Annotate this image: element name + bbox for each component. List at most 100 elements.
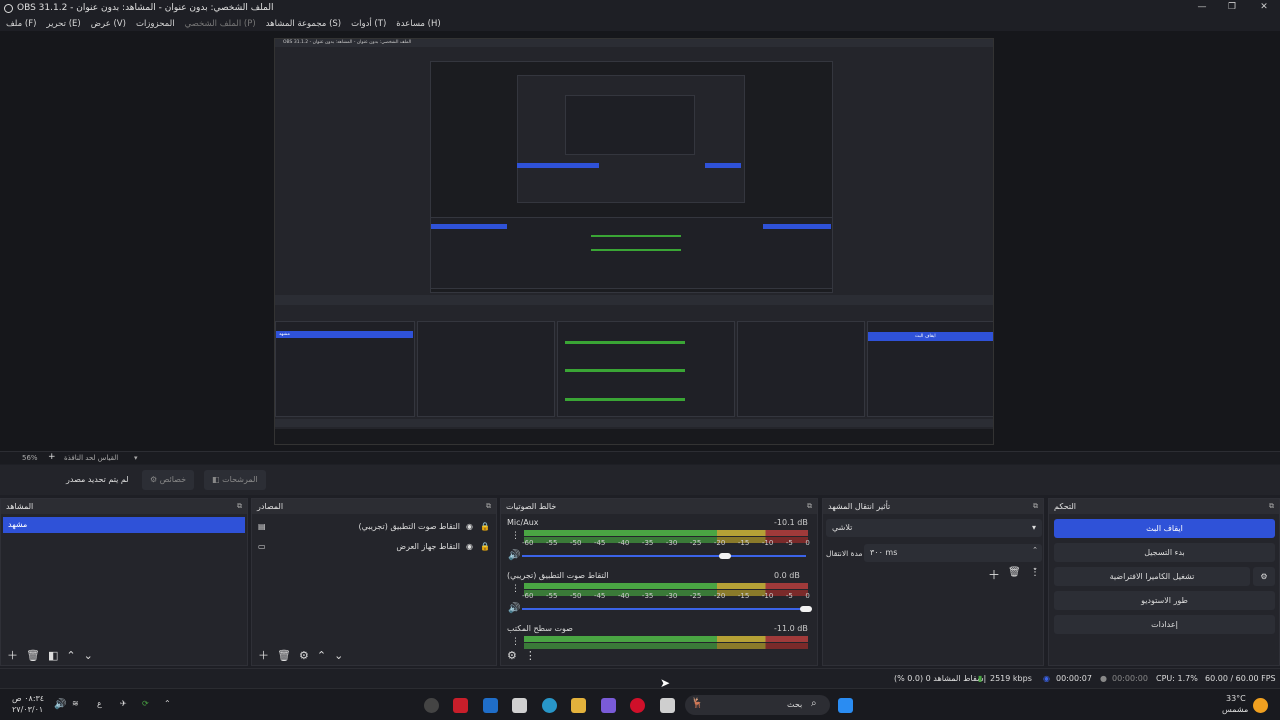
store-app-icon[interactable] bbox=[512, 698, 527, 713]
dropped-frames: إسقاط المشاهد 0 (0.0 %) bbox=[894, 674, 986, 683]
add-source-button[interactable]: ＋ bbox=[258, 647, 269, 663]
scenes-title: المشاهد bbox=[6, 502, 34, 511]
gear-icon[interactable]: ⚙ bbox=[1253, 567, 1275, 586]
file-explorer-icon[interactable] bbox=[571, 698, 586, 713]
zoom-in-button[interactable]: + bbox=[48, 452, 56, 462]
sources-footer: ＋ 🗑 ⚙ ⌃ ⌄ bbox=[252, 645, 496, 665]
source-row[interactable]: ▭ التقاط جهاز العرض ◉ 🔒 bbox=[258, 538, 490, 554]
scale-tick: -30 bbox=[665, 539, 678, 547]
menu-item[interactable]: أدوات (T) bbox=[351, 19, 386, 29]
channel-menu-icon[interactable]: ⋮ bbox=[511, 637, 520, 647]
sync-icon[interactable]: ⟳ bbox=[142, 699, 149, 708]
scene-item[interactable]: مشهد bbox=[3, 517, 245, 533]
move-down-icon[interactable]: ⌄ bbox=[334, 649, 343, 662]
maximize-button[interactable]: ❐ bbox=[1216, 0, 1248, 14]
tray-expand-icon[interactable]: ⌃ bbox=[164, 699, 171, 708]
taskbar-search[interactable]: 🦌 بحث ⌕ bbox=[685, 695, 830, 715]
volume-slider-handle[interactable] bbox=[719, 553, 732, 559]
duration-input[interactable]: ٣٠٠ ms ⌃ ⌄ bbox=[864, 544, 1042, 572]
preview-mini-scene: مشهد bbox=[279, 332, 290, 337]
advanced-audio-icon[interactable]: ⚙ bbox=[507, 649, 517, 662]
menu-bar: ملف (F) تحرير (E) عرض (V) المحزوزات الملف ال… bbox=[0, 16, 1280, 31]
stop-streaming-button[interactable]: ايقاف البث bbox=[1054, 519, 1275, 538]
channel-menu-icon[interactable]: ⋮ bbox=[511, 531, 520, 541]
weather-desc[interactable]: مشمس bbox=[1222, 705, 1248, 714]
move-up-icon[interactable]: ⌃ bbox=[66, 649, 75, 662]
start-recording-button[interactable]: بدء التسجيل bbox=[1054, 543, 1275, 562]
visibility-eye-icon[interactable]: ◉ bbox=[466, 542, 480, 551]
edge-app-icon[interactable] bbox=[542, 698, 557, 713]
scene-filters-button[interactable]: ◧ bbox=[48, 649, 58, 662]
volume-slider[interactable] bbox=[522, 555, 806, 557]
preview-mini-stop: ايقاف البث bbox=[915, 334, 936, 339]
task-view-icon[interactable] bbox=[660, 698, 675, 713]
studio-mode-button[interactable]: طور الاستوديو bbox=[1054, 591, 1275, 610]
lock-icon[interactable]: 🔒 bbox=[480, 542, 490, 551]
settings-button[interactable]: إعدادات bbox=[1054, 615, 1275, 634]
wifi-icon[interactable]: ≋ bbox=[72, 699, 79, 708]
record-icon: ● bbox=[1100, 674, 1107, 683]
obs-app-icon[interactable] bbox=[424, 698, 439, 713]
source-row[interactable]: ▤ التقاط صوت التطبيق (تجريبي) ◉ 🔒 bbox=[258, 518, 490, 534]
menu-item[interactable]: مساعدة (H) bbox=[396, 19, 440, 29]
netflix-app-icon[interactable] bbox=[453, 698, 468, 713]
properties-button[interactable]: ⚙ خصائص bbox=[142, 470, 195, 490]
youtube-app-icon[interactable] bbox=[630, 698, 645, 713]
add-scene-button[interactable]: ＋ bbox=[7, 647, 18, 663]
copilot-app-icon[interactable] bbox=[601, 698, 616, 713]
visibility-eye-icon[interactable]: ◉ bbox=[466, 522, 480, 531]
transition-select[interactable]: تلاشي ▾ bbox=[826, 519, 1042, 537]
volume-icon[interactable]: 🔊 bbox=[54, 699, 66, 710]
remove-transition-button[interactable]: 🗑 bbox=[1008, 567, 1021, 578]
dock-menu-icon[interactable]: ⧉ bbox=[486, 502, 491, 511]
start-button[interactable] bbox=[838, 698, 853, 713]
move-down-icon[interactable]: ⌄ bbox=[84, 649, 93, 662]
dock-menu-icon[interactable]: ⧉ bbox=[807, 502, 812, 511]
speaker-icon[interactable]: 🔊 bbox=[508, 550, 520, 561]
menu-item[interactable]: مجموعة المشاهد (S) bbox=[266, 19, 341, 29]
menu-item[interactable]: عرض (V) bbox=[91, 19, 126, 29]
volume-slider-handle[interactable] bbox=[800, 606, 812, 612]
source-settings-button[interactable]: ⚙ bbox=[299, 649, 309, 662]
volume-slider[interactable] bbox=[522, 608, 806, 610]
close-button[interactable]: ✕ bbox=[1248, 0, 1280, 14]
zoom-dropdown-icon[interactable]: ▾ bbox=[134, 454, 138, 462]
channel-menu-icon[interactable]: ⋮ bbox=[511, 584, 520, 594]
chevron-down-icon: ▾ bbox=[1031, 523, 1036, 532]
stream-preview[interactable]: OBS 31.1.2 - الملف الشخصي: بدون عنوان - … bbox=[274, 38, 994, 445]
menu-item[interactable]: الملف الشخصي (P) bbox=[185, 19, 256, 29]
menu-item[interactable]: ملف (F) bbox=[6, 19, 36, 29]
scale-tick: -10 bbox=[761, 539, 774, 547]
network-off-icon[interactable]: ✈ bbox=[120, 699, 127, 708]
menu-item[interactable]: المحزوزات bbox=[136, 19, 175, 29]
sun-icon[interactable] bbox=[1253, 698, 1268, 713]
minimize-button[interactable]: — bbox=[1186, 0, 1218, 14]
language-indicator[interactable]: ع bbox=[97, 699, 102, 708]
speaker-icon[interactable]: 🔊 bbox=[508, 603, 520, 614]
mixer-menu-icon[interactable]: ⋮ bbox=[525, 649, 536, 662]
weather-temp[interactable]: 33°C bbox=[1226, 694, 1246, 703]
dock-menu-icon[interactable]: ⧉ bbox=[237, 502, 242, 511]
move-up-icon[interactable]: ⌃ bbox=[317, 649, 326, 662]
remove-source-button[interactable]: 🗑 bbox=[277, 649, 291, 662]
status-bar: إسقاط المشاهد 0 (0.0 %) ▮ 2519 kbps ◉ 00… bbox=[0, 668, 1280, 688]
search-deer-icon: 🦌 bbox=[691, 698, 704, 709]
search-icon: ⌕ bbox=[811, 698, 817, 709]
clock-date[interactable]: ٢٧/٠٣/٠١ bbox=[12, 705, 43, 714]
scale-tick: -55 bbox=[545, 539, 558, 547]
menu-item[interactable]: تحرير (E) bbox=[46, 19, 80, 29]
outlook-app-icon[interactable] bbox=[483, 698, 498, 713]
lock-icon[interactable]: 🔒 bbox=[480, 522, 490, 531]
zoom-level[interactable]: 56% bbox=[22, 454, 38, 462]
remove-scene-button[interactable]: 🗑 bbox=[26, 649, 40, 662]
zoom-fit-label[interactable]: القياس لحد النافذة bbox=[64, 454, 118, 462]
clock-time[interactable]: ٠٨:٣٤ ص bbox=[12, 694, 44, 703]
transition-menu-icon[interactable]: ⋮ bbox=[1030, 567, 1040, 578]
filters-button[interactable]: ◧ المرشحات bbox=[204, 470, 266, 490]
dock-menu-icon[interactable]: ⧉ bbox=[1033, 502, 1038, 511]
scale-tick: -20 bbox=[713, 592, 726, 600]
dock-menu-icon[interactable]: ⧉ bbox=[1269, 502, 1274, 511]
virtual-camera-button[interactable]: تشغيل الكاميرا الافتراضية bbox=[1054, 567, 1250, 586]
add-transition-button[interactable]: ＋ bbox=[988, 566, 1000, 583]
scale-tick: 0 bbox=[805, 592, 810, 600]
